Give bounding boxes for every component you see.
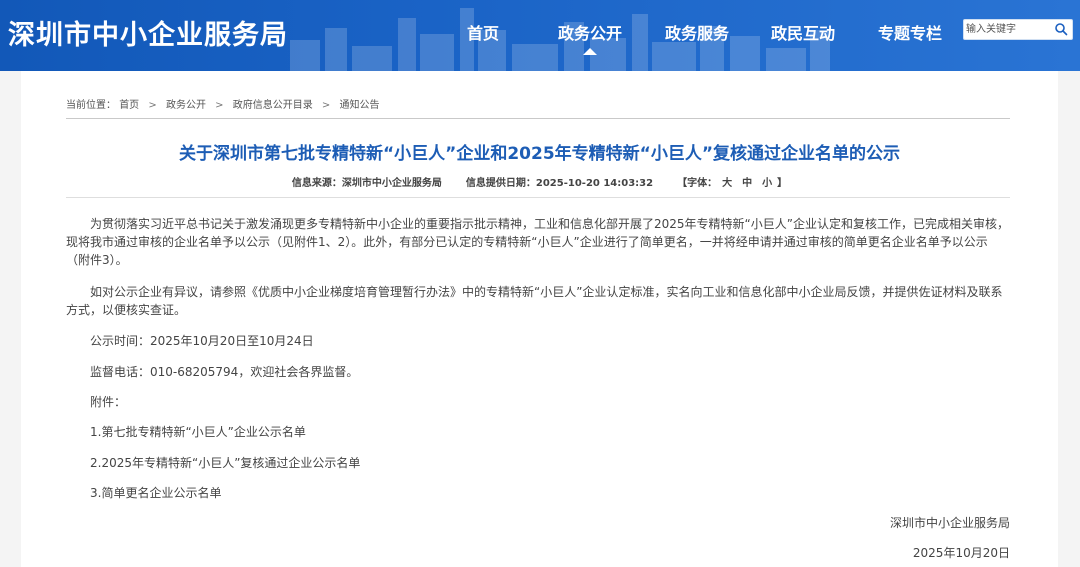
font-size-small-button[interactable]: 小 xyxy=(762,174,772,189)
article-meta: 信息来源：深圳市中小企业服务局 信息提供日期：2025-10-20 14:03:3… xyxy=(21,174,1058,189)
breadcrumb-separator: > xyxy=(148,100,157,111)
font-size-label-close: 】 xyxy=(777,178,788,189)
attachment-link[interactable]: 1.第七批专精特新“小巨人”企业公示名单 xyxy=(90,423,306,440)
search-icon[interactable] xyxy=(1054,22,1068,36)
search-input[interactable] xyxy=(966,20,1048,39)
attachment-link[interactable]: 3.简单更名企业公示名单 xyxy=(90,484,221,501)
active-indicator-icon xyxy=(583,48,597,55)
nav-item-government-services[interactable]: 政务服务 xyxy=(665,20,729,44)
nav-item-label: 政务公开 xyxy=(558,24,623,43)
article-title: 关于深圳市第七批专精特新“小巨人”企业和2025年专精特新“小巨人”复核通过企业… xyxy=(178,144,900,164)
publicity-period: 公示时间：2025年10月20日至10月24日 xyxy=(90,334,314,348)
article-container: 当前位置： 首页 > 政务公开 > 政府信息公开目录 > 通知公告 关于深圳市第… xyxy=(21,71,1058,567)
article-paragraph-intro: 为贯彻落实习近平总书记关于激发涌现更多专精特新中小企业的重要指示批示精神，工业和… xyxy=(66,217,1009,267)
breadcrumb-item-home[interactable]: 首页 xyxy=(119,96,139,111)
signature: 深圳市中小企业服务局 xyxy=(889,516,1010,530)
site-title[interactable]: 深圳市中小企业服务局 xyxy=(8,13,288,52)
attachment-link[interactable]: 2.2025年专精特新“小巨人”复核通过企业公示名单 xyxy=(90,454,360,471)
nav-item-home[interactable]: 首页 xyxy=(467,20,499,44)
font-size-large-button[interactable]: 大 xyxy=(722,174,732,189)
nav-item-special-topics[interactable]: 专题专栏 xyxy=(878,20,942,44)
breadcrumb-prefix: 当前位置： xyxy=(66,100,116,111)
breadcrumb-item-info-catalog[interactable]: 政府信息公开目录 xyxy=(233,96,313,111)
nav-item-public-interaction[interactable]: 政民互动 xyxy=(771,20,835,44)
article-paragraph-objection: 如对公示企业有异议，请参照《优质中小企业梯度培育管理暂行办法》中的专精特新“小巨… xyxy=(66,285,1003,317)
breadcrumb-separator: > xyxy=(215,100,224,111)
breadcrumb-item-government-affairs-open[interactable]: 政务公开 xyxy=(166,96,206,111)
breadcrumb-separator: > xyxy=(321,100,331,111)
page-margin xyxy=(1058,71,1080,567)
info-source: 信息来源：深圳市中小企业服务局 xyxy=(291,178,442,189)
breadcrumb-divider xyxy=(66,118,1010,119)
breadcrumb-item-notices[interactable]: 通知公告 xyxy=(339,96,379,111)
attachments-heading: 附件： xyxy=(90,395,127,409)
search-box xyxy=(963,19,1073,40)
nav-item-government-affairs-open[interactable]: 政务公开 xyxy=(558,20,623,55)
font-size-medium-button[interactable]: 中 xyxy=(742,174,752,189)
meta-divider xyxy=(66,197,1010,198)
breadcrumb: 当前位置： 首页 > 政务公开 > 政府信息公开目录 > 通知公告 xyxy=(66,96,379,111)
font-size-label-open: 【字体： xyxy=(677,178,718,189)
site-header: 深圳市中小企业服务局 首页 政务公开 政务服务 政民互动 专题专栏 xyxy=(0,0,1080,71)
info-date: 信息提供日期：2025-10-20 14:03:32 xyxy=(465,178,654,189)
signature-date: 2025年10月20日 xyxy=(912,546,1010,560)
supervision-phone: 监督电话：010-68205794，欢迎社会各界监督。 xyxy=(90,365,359,379)
